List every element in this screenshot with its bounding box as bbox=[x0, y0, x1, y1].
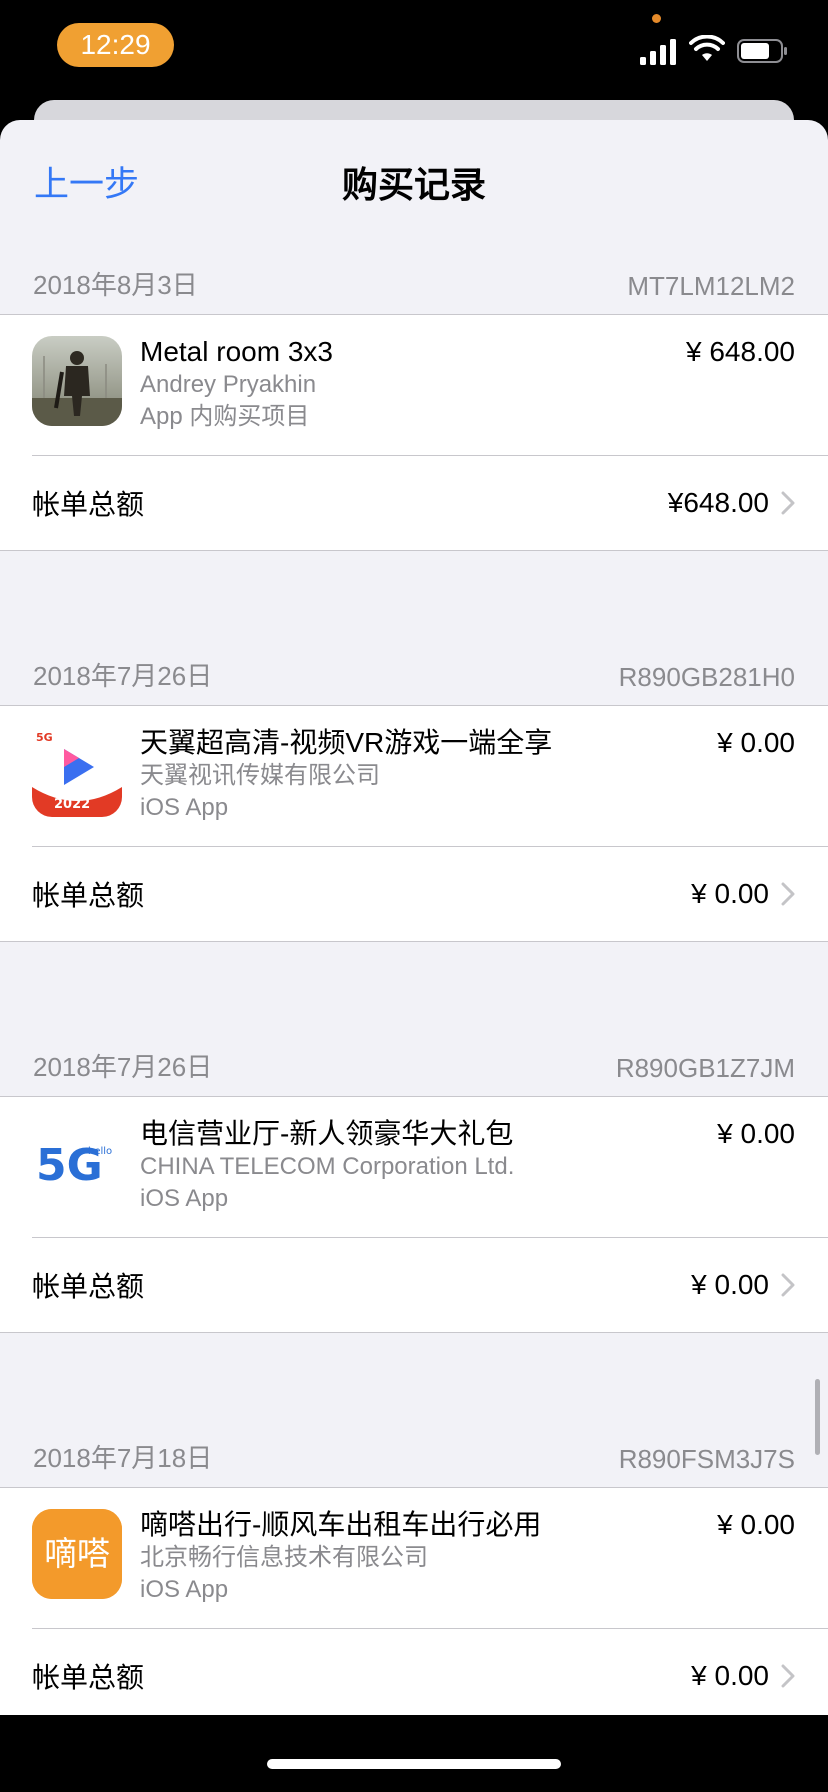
bill-total-row[interactable]: 帐单总额 ¥ 0.00 bbox=[0, 1629, 828, 1715]
order-id: R890GB1Z7JM bbox=[615, 1053, 795, 1083]
bill-total-label: 帐单总额 bbox=[32, 880, 145, 911]
bill-total-label: 帐单总额 bbox=[32, 489, 145, 520]
scroll-indicator[interactable] bbox=[815, 1379, 820, 1455]
purchase-section: 2018年8月3日 MT7LM12LM2 Metal room 3x3 Andr… bbox=[0, 240, 828, 551]
soldier-game-icon bbox=[32, 336, 122, 426]
status-bar: 12:29 bbox=[0, 0, 828, 100]
item-details: 嘀嗒出行-顺风车出租车出行必用 北京畅行信息技术有限公司 iOS App bbox=[140, 1508, 685, 1606]
chevron-right-icon bbox=[781, 491, 795, 515]
purchase-group: 5G 2022 天翼超高清-视频VR游戏一端全享 天翼视讯传媒有限公司 iOS … bbox=[0, 706, 828, 942]
back-button[interactable]: 上一步 bbox=[34, 156, 139, 207]
bill-total-value: ¥648.00 bbox=[667, 487, 769, 518]
chevron-right-icon bbox=[781, 1664, 795, 1688]
chevron-right-icon bbox=[781, 882, 795, 906]
icon-hello-text: hello bbox=[88, 1146, 112, 1157]
purchase-item: Metal room 3x3 Andrey Pryakhin App 内购买项目… bbox=[0, 315, 828, 455]
bill-total-value: ¥ 0.00 bbox=[691, 1269, 769, 1300]
bill-total-label: 帐单总额 bbox=[32, 1662, 145, 1693]
icon-dida-text: 嘀嗒 bbox=[44, 1534, 110, 1573]
order-id: R890FSM3J7S bbox=[618, 1444, 795, 1474]
navigation-bar: 上一步 购买记录 bbox=[0, 120, 828, 240]
battery-icon bbox=[737, 39, 787, 63]
purchase-section: 2018年7月26日 R890GB281H0 5G 2022 天翼超高清-视频V… bbox=[0, 631, 828, 942]
bill-total-right: ¥648.00 bbox=[668, 487, 795, 519]
purchase-section: 2018年7月18日 R890FSM3J7S 嘀嗒 嘀嗒出行-顺风车出租车出行必… bbox=[0, 1413, 828, 1715]
bill-total-row[interactable]: 帐单总额 ¥648.00 bbox=[0, 456, 828, 550]
cellular-signal-icon bbox=[640, 39, 676, 65]
item-type: iOS App bbox=[140, 794, 229, 821]
purchase-group: 5G hello 电信营业厅-新人领豪华大礼包 CHINA TELECOM Co… bbox=[0, 1097, 828, 1333]
item-price: ¥ 0.00 bbox=[717, 1509, 795, 1540]
wifi-icon bbox=[689, 35, 725, 61]
screen: 12:29 上一步 购买记录 2018年8月3日 MT7LM12LM2 Meta… bbox=[0, 0, 828, 1792]
bill-total-row[interactable]: 帐单总额 ¥ 0.00 bbox=[0, 847, 828, 941]
item-details: 电信营业厅-新人领豪华大礼包 CHINA TELECOM Corporation… bbox=[140, 1117, 685, 1215]
purchase-item: 5G hello 电信营业厅-新人领豪华大礼包 CHINA TELECOM Co… bbox=[0, 1097, 828, 1237]
icon-year-text: 2022 bbox=[54, 797, 90, 812]
privacy-indicator-dot bbox=[652, 14, 661, 23]
item-developer: CHINA TELECOM Corporation Ltd. bbox=[140, 1153, 515, 1180]
status-time: 12:29 bbox=[57, 23, 174, 67]
bill-total-right: ¥ 0.00 bbox=[691, 1660, 795, 1692]
tianyi-video-icon: 5G 2022 bbox=[32, 727, 122, 817]
section-header: 2018年7月26日 R890GB281H0 bbox=[0, 631, 828, 706]
section-header: 2018年8月3日 MT7LM12LM2 bbox=[0, 240, 828, 315]
purchase-date: 2018年7月26日 bbox=[33, 661, 213, 691]
bill-total-right: ¥ 0.00 bbox=[691, 878, 795, 910]
bill-total-row[interactable]: 帐单总额 ¥ 0.00 bbox=[0, 1238, 828, 1332]
purchase-item: 嘀嗒 嘀嗒出行-顺风车出租车出行必用 北京畅行信息技术有限公司 iOS App … bbox=[0, 1488, 828, 1628]
purchase-section: 2018年7月26日 R890GB1Z7JM 5G hello 电信营业厅-新人… bbox=[0, 1022, 828, 1333]
purchase-history-sheet: 上一步 购买记录 2018年8月3日 MT7LM12LM2 Metal room… bbox=[0, 120, 828, 1715]
purchase-item: 5G 2022 天翼超高清-视频VR游戏一端全享 天翼视讯传媒有限公司 iOS … bbox=[0, 706, 828, 846]
item-type: iOS App bbox=[140, 1185, 229, 1212]
item-developer: Andrey Pryakhin bbox=[140, 371, 317, 398]
item-details: Metal room 3x3 Andrey Pryakhin App 内购买项目 bbox=[140, 335, 685, 433]
item-price: ¥ 648.00 bbox=[686, 336, 795, 367]
item-name: Metal room 3x3 bbox=[140, 336, 333, 367]
item-type: App 内购买项目 bbox=[140, 403, 310, 430]
purchase-group: Metal room 3x3 Andrey Pryakhin App 内购买项目… bbox=[0, 315, 828, 551]
bill-total-right: ¥ 0.00 bbox=[691, 1269, 795, 1301]
purchase-date: 2018年8月3日 bbox=[33, 270, 198, 300]
purchase-date: 2018年7月18日 bbox=[33, 1443, 213, 1473]
item-name: 电信营业厅-新人领豪华大礼包 bbox=[140, 1118, 514, 1149]
chevron-right-icon bbox=[781, 1273, 795, 1297]
item-developer: 天翼视讯传媒有限公司 bbox=[140, 762, 380, 789]
order-id: MT7LM12LM2 bbox=[627, 271, 795, 301]
item-type: iOS App bbox=[140, 1576, 229, 1603]
item-name: 嘀嗒出行-顺风车出租车出行必用 bbox=[140, 1509, 542, 1540]
purchase-group: 嘀嗒 嘀嗒出行-顺风车出租车出行必用 北京畅行信息技术有限公司 iOS App … bbox=[0, 1488, 828, 1715]
bill-total-label: 帐单总额 bbox=[32, 1271, 145, 1302]
home-indicator[interactable] bbox=[267, 1759, 561, 1769]
telecom-5g-icon: 5G hello bbox=[32, 1118, 122, 1208]
item-name: 天翼超高清-视频VR游戏一端全享 bbox=[140, 727, 553, 758]
item-details: 天翼超高清-视频VR游戏一端全享 天翼视讯传媒有限公司 iOS App bbox=[140, 726, 685, 824]
item-price: ¥ 0.00 bbox=[717, 1118, 795, 1149]
section-header: 2018年7月18日 R890FSM3J7S bbox=[0, 1413, 828, 1488]
icon-badge-text: 5G bbox=[36, 731, 53, 744]
order-id: R890GB281H0 bbox=[618, 662, 795, 692]
item-price: ¥ 0.00 bbox=[717, 727, 795, 758]
bill-total-value: ¥ 0.00 bbox=[691, 1660, 769, 1691]
section-header: 2018年7月26日 R890GB1Z7JM bbox=[0, 1022, 828, 1097]
purchase-date: 2018年7月26日 bbox=[33, 1052, 213, 1082]
bill-total-value: ¥ 0.00 bbox=[691, 878, 769, 909]
item-developer: 北京畅行信息技术有限公司 bbox=[140, 1544, 428, 1571]
dida-icon: 嘀嗒 bbox=[32, 1509, 122, 1599]
